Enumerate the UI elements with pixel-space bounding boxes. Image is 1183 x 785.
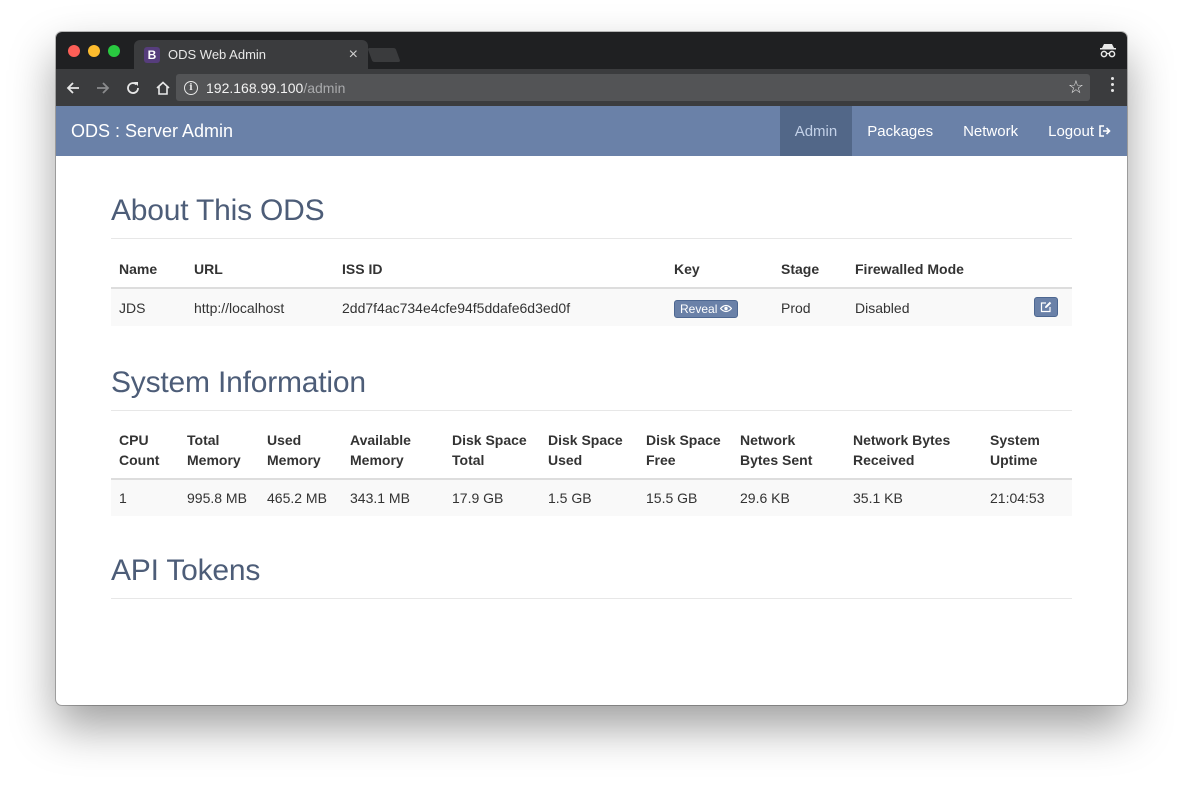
url-host: 192.168.99.100 <box>206 79 304 96</box>
disk-space-total: 17.9 GB <box>452 490 504 506</box>
column-header: Disk Space Free <box>638 411 732 480</box>
app-navbar: ODS : Server Admin Admin Packages Networ… <box>56 106 1127 156</box>
arrow-right-icon <box>97 81 110 94</box>
forward-button[interactable] <box>90 75 116 101</box>
column-header: Name <box>111 239 186 289</box>
table-row: 1 995.8 MB 465.2 MB 343.1 MB 17.9 GB 1.5… <box>111 479 1072 516</box>
table-header-row: Name URL ISS ID Key Stage Firewalled Mod… <box>111 239 1072 289</box>
nav-link-admin[interactable]: Admin <box>779 106 853 156</box>
column-header: Used Memory <box>259 411 342 480</box>
nav-link-network[interactable]: Network <box>948 106 1033 156</box>
nav-link-packages[interactable]: Packages <box>852 106 948 156</box>
url-path: /admin <box>303 79 346 96</box>
reveal-label: Reveal <box>680 301 718 316</box>
ods-edit-cell <box>1017 288 1072 326</box>
eye-icon <box>720 304 733 313</box>
arrow-left-icon <box>66 81 79 94</box>
system-uptime: 21:04:53 <box>990 490 1045 506</box>
ods-url: http://localhost <box>194 299 285 316</box>
column-header: URL <box>186 239 334 289</box>
tab-close-icon[interactable]: × <box>349 46 358 63</box>
browser-tab[interactable]: B ODS Web Admin × <box>134 40 368 69</box>
about-heading: About This ODS <box>111 156 1072 239</box>
api-tokens-heading: API Tokens <box>111 516 1072 599</box>
column-header: CPU Count <box>111 411 179 480</box>
ods-stage: Prod <box>781 299 811 316</box>
incognito-icon <box>1100 44 1116 58</box>
edit-button[interactable] <box>1034 297 1058 317</box>
column-header: Disk Space Total <box>444 411 540 480</box>
browser-window: B ODS Web Admin × i 192.168.99.100/admin <box>56 32 1127 705</box>
column-header: Network Bytes Received <box>845 411 982 480</box>
window-maximize-button[interactable] <box>108 45 120 57</box>
system-table: CPU Count Total Memory Used Memory Availabl… <box>111 411 1072 516</box>
logout-icon <box>1099 125 1111 137</box>
nav-link-logout[interactable]: Logout <box>1033 106 1127 156</box>
main-content: About This ODS Name URL ISS ID Key Stage… <box>56 156 1127 599</box>
column-header: Key <box>666 239 773 289</box>
ods-iss-id: 2dd7f4ac734e4cfe94f5ddafe6d3ed0f <box>342 299 571 316</box>
reload-icon <box>127 81 139 94</box>
column-header: Available Memory <box>342 411 444 480</box>
address-bar[interactable]: i 192.168.99.100/admin ☆ <box>176 74 1090 101</box>
ods-firewalled-mode: Disabled <box>855 299 910 316</box>
edit-icon <box>1040 301 1052 313</box>
column-header: System Uptime <box>982 411 1072 480</box>
info-icon[interactable]: i <box>184 80 198 95</box>
disk-space-used: 1.5 GB <box>548 490 592 506</box>
bookmark-star-icon[interactable]: ☆ <box>1068 77 1084 98</box>
about-table: Name URL ISS ID Key Stage Firewalled Mod… <box>111 239 1072 326</box>
system-heading: System Information <box>111 326 1072 411</box>
used-memory: 465.2 MB <box>267 490 327 506</box>
back-button[interactable] <box>60 75 86 101</box>
column-header: ISS ID <box>334 239 666 289</box>
bootstrap-favicon-icon: B <box>144 46 160 63</box>
window-minimize-button[interactable] <box>88 45 100 57</box>
column-header: Disk Space Used <box>540 411 638 480</box>
ods-name: JDS <box>119 299 146 316</box>
logout-label: Logout <box>1048 122 1094 140</box>
cpu-count: 1 <box>119 490 127 506</box>
browser-titlebar: B ODS Web Admin × <box>56 32 1127 69</box>
reveal-key-button[interactable]: Reveal <box>674 299 739 318</box>
navbar-brand[interactable]: ODS : Server Admin <box>71 121 233 142</box>
column-header: Total Memory <box>179 411 259 480</box>
browser-toolbar: i 192.168.99.100/admin ☆ <box>56 69 1127 106</box>
table-row: JDS http://localhost 2dd7f4ac734e4cfe94f… <box>111 288 1072 326</box>
disk-space-free: 15.5 GB <box>646 490 698 506</box>
column-header: Stage <box>773 239 847 289</box>
column-header-actions <box>1017 239 1072 289</box>
reload-button[interactable] <box>120 75 146 101</box>
ods-key-cell: Reveal <box>666 288 773 326</box>
home-icon <box>156 80 170 95</box>
browser-menu-icon[interactable] <box>1111 77 1115 95</box>
table-header-row: CPU Count Total Memory Used Memory Availabl… <box>111 411 1072 480</box>
network-bytes-sent: 29.6 KB <box>740 490 790 506</box>
tab-title: ODS Web Admin <box>168 47 267 62</box>
total-memory: 995.8 MB <box>187 490 247 506</box>
column-header: Network Bytes Sent <box>732 411 845 480</box>
new-tab-button[interactable] <box>367 48 401 62</box>
window-close-button[interactable] <box>68 45 80 57</box>
navbar-links: Admin Packages Network Logout <box>779 106 1127 156</box>
home-button[interactable] <box>150 75 176 101</box>
network-bytes-received: 35.1 KB <box>853 490 903 506</box>
column-header: Firewalled Mode <box>847 239 1017 289</box>
available-memory: 343.1 MB <box>350 490 410 506</box>
url-text: 192.168.99.100/admin <box>206 80 345 96</box>
